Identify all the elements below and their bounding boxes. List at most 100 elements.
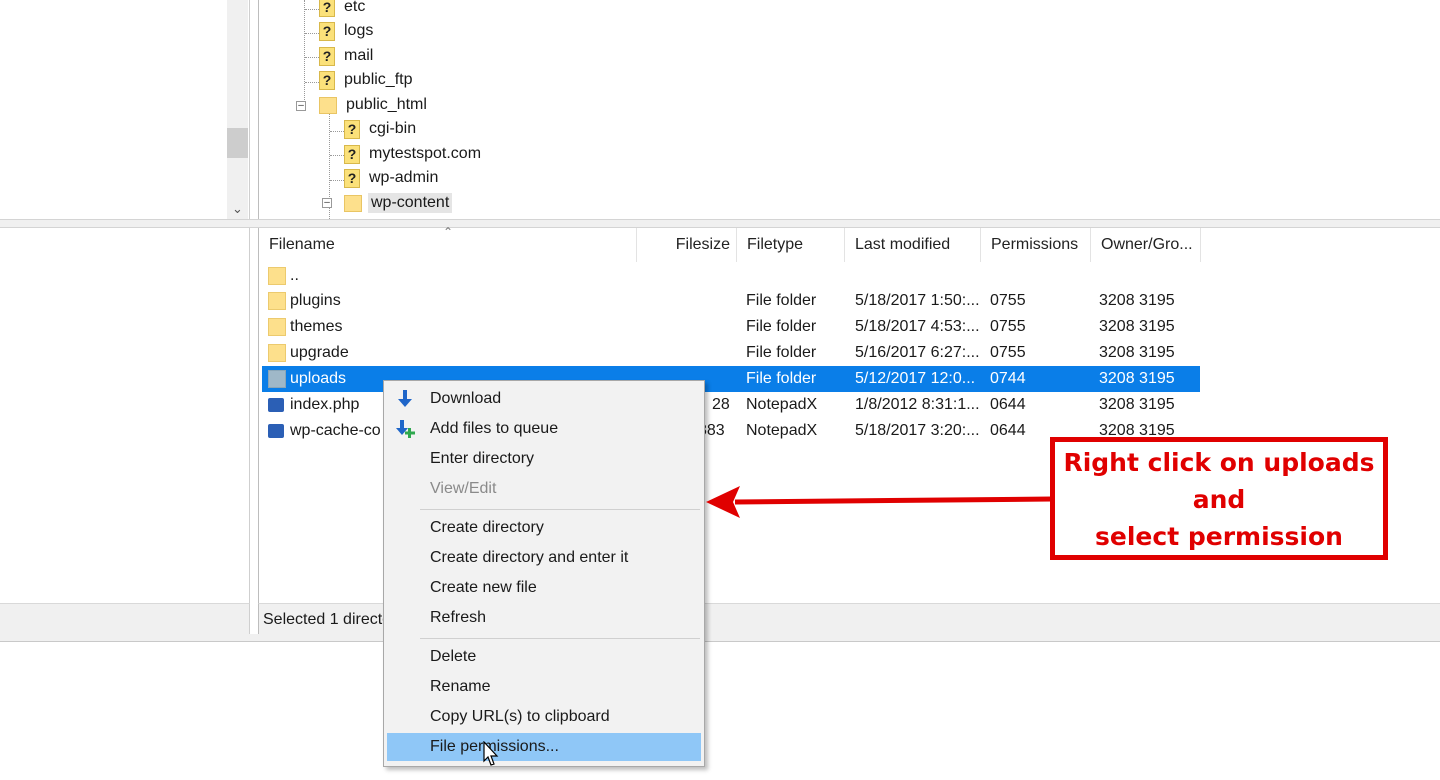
file-type: NotepadX (746, 396, 818, 413)
file-owner: 3208 3195 (1099, 344, 1175, 361)
tree-node-label: logs (344, 22, 374, 39)
tree-node[interactable]: ? etc (319, 0, 368, 18)
folder-icon (268, 370, 286, 388)
file-modified: 5/18/2017 1:50:... (855, 292, 980, 309)
menu-item-delete[interactable]: Delete (387, 643, 701, 671)
file-permissions: 0755 (990, 344, 1026, 361)
menu-item-refresh[interactable]: Refresh (387, 604, 701, 632)
menu-item-view-edit: View/Edit (387, 475, 701, 503)
menu-item-label: View/Edit (430, 480, 497, 497)
tree-node[interactable]: ? cgi-bin (344, 118, 419, 140)
tree-connector (330, 155, 344, 156)
scroll-down-icon[interactable]: ⌄ (227, 201, 248, 217)
file-row[interactable]: .. (262, 263, 1200, 289)
tree-connector (304, 0, 305, 110)
file-owner: 3208 3195 (1099, 370, 1175, 387)
tree-node-label: mail (344, 47, 374, 64)
scrollbar-thumb[interactable] (227, 128, 248, 158)
file-type: File folder (746, 318, 817, 335)
tree-node[interactable]: public_html (319, 94, 430, 116)
file-name: uploads (290, 370, 347, 387)
folder-icon (268, 267, 286, 285)
question-folder-icon: ? (319, 21, 335, 41)
menu-item-create-directory[interactable]: Create directory (387, 514, 701, 542)
tree-connector (330, 131, 344, 132)
menu-item-download[interactable]: Download (387, 385, 701, 413)
menu-item-enter-directory[interactable]: Enter directory (387, 445, 701, 473)
context-menu[interactable]: Download Add files to queue Enter direct… (383, 380, 705, 767)
file-row[interactable]: upgrade File folder 5/16/2017 6:27:... 0… (262, 340, 1200, 366)
folder-icon (344, 194, 362, 212)
folder-icon (268, 292, 286, 310)
tree-node[interactable]: wp-content (344, 192, 453, 214)
question-folder-icon: ? (344, 144, 360, 164)
menu-item-file-permissions[interactable]: File permissions... (387, 733, 701, 761)
tree-node-label: public_html (346, 96, 427, 113)
tree-node[interactable]: ? public_ftp (319, 69, 416, 91)
file-owner: 3208 3195 (1099, 318, 1175, 335)
column-header-permissions[interactable]: Permissions (981, 228, 1091, 262)
collapse-toggle-icon[interactable]: – (296, 101, 306, 111)
menu-item-label: Enter directory (430, 450, 535, 467)
file-type: File folder (746, 370, 817, 387)
mouse-cursor-icon (483, 741, 499, 766)
tree-node-label: wp-admin (369, 169, 439, 186)
file-row[interactable]: plugins File folder 5/18/2017 1:50:... 0… (262, 288, 1200, 314)
tree-node[interactable]: ? logs (319, 20, 376, 42)
download-arrow-icon (398, 390, 412, 407)
file-name: themes (290, 318, 343, 335)
annotation-callout: Right click on uploads and select permis… (1050, 437, 1388, 560)
local-file-list[interactable] (0, 228, 250, 634)
menu-item-label: Refresh (430, 609, 487, 626)
file-modified: 5/16/2017 6:27:... (855, 344, 980, 361)
menu-item-add-files-to-queue[interactable]: Add files to queue (387, 415, 701, 443)
tree-connector (305, 82, 319, 83)
menu-item-label: Delete (430, 648, 477, 665)
tree-node[interactable]: ? wp-admin (344, 167, 441, 189)
pane-splitter[interactable] (0, 219, 1440, 228)
local-tree-pane[interactable] (0, 0, 250, 219)
remote-directory-tree[interactable]: – – ? etc ? logs ? mail ? public_ftp pub… (258, 0, 1440, 219)
tree-node[interactable]: ? mytestspot.com (344, 143, 484, 165)
file-row[interactable]: themes File folder 5/18/2017 4:53:... 07… (262, 314, 1200, 340)
menu-item-rename[interactable]: Rename (387, 673, 701, 701)
column-header-filetype[interactable]: Filetype (737, 228, 845, 262)
local-tree-scrollbar[interactable]: ⌄ (227, 0, 248, 219)
column-header-owner-group[interactable]: Owner/Gro... (1091, 228, 1201, 262)
question-folder-icon: ? (344, 168, 360, 188)
menu-item-label: Add files to queue (430, 420, 559, 437)
bottom-splitter[interactable] (0, 634, 1440, 642)
question-folder-icon: ? (319, 0, 335, 17)
tree-node[interactable]: ? mail (319, 45, 376, 67)
column-header-filesize[interactable]: Filesize (637, 228, 737, 262)
menu-item-create-new-file[interactable]: Create new file (387, 574, 701, 602)
file-name: index.php (290, 396, 360, 413)
question-folder-icon: ? (319, 46, 335, 66)
file-size: 28 (712, 396, 730, 413)
menu-item-label: Create directory and enter it (430, 549, 629, 566)
file-type: File folder (746, 292, 817, 309)
collapse-toggle-icon[interactable]: – (322, 198, 332, 208)
tree-node-label: wp-content (368, 193, 453, 213)
file-owner: 3208 3195 (1099, 396, 1175, 413)
tree-node-label: cgi-bin (369, 120, 417, 137)
column-header-last-modified[interactable]: Last modified (845, 228, 981, 262)
file-permissions: 0755 (990, 318, 1026, 335)
file-permissions: 0644 (990, 422, 1026, 439)
local-status-bar (0, 603, 250, 634)
menu-item-label: Create directory (430, 519, 544, 536)
file-permissions: 0644 (990, 396, 1026, 413)
php-file-icon (268, 424, 284, 438)
menu-item-create-directory-and-enter[interactable]: Create directory and enter it (387, 544, 701, 572)
tree-node-label: etc (344, 0, 366, 15)
file-type: NotepadX (746, 422, 818, 439)
file-modified: 5/12/2017 12:0... (855, 370, 976, 387)
tree-connector (330, 180, 344, 181)
question-folder-icon: ? (344, 119, 360, 139)
menu-item-copy-url[interactable]: Copy URL(s) to clipboard (387, 703, 701, 731)
tree-connector (305, 57, 319, 58)
file-permissions: 0744 (990, 370, 1026, 387)
file-modified: 5/18/2017 4:53:... (855, 318, 980, 335)
add-to-queue-icon (396, 420, 415, 438)
menu-separator (420, 638, 700, 639)
